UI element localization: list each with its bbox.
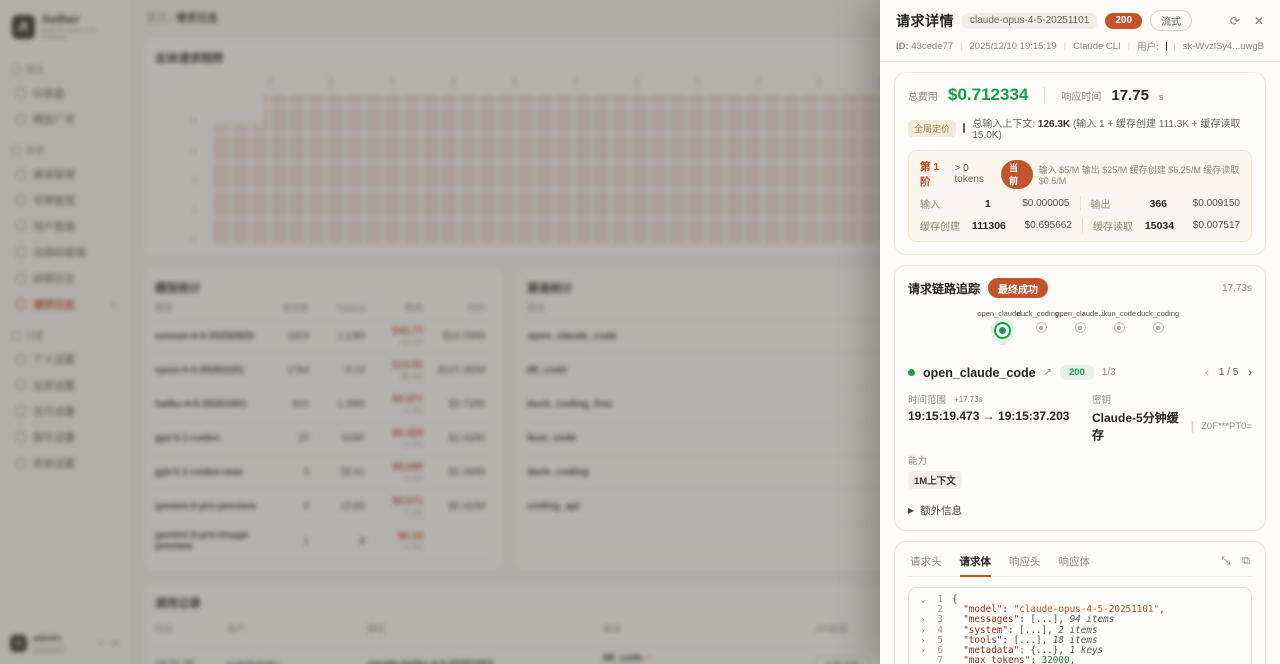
prev-page-icon[interactable]: ‹	[1205, 367, 1209, 379]
tier-cost: $0.007517	[1174, 220, 1240, 231]
copy-icon[interactable]: ⧉	[1242, 555, 1250, 568]
cost-card: 总费用 $0.712334 响应时间 17.75 s 全局定价 总输入上下文: …	[894, 72, 1266, 255]
tier-usage-row: 输入1$0.000005 输出366$0.009150	[920, 196, 1240, 211]
expand-caret-icon[interactable]: ›	[917, 626, 929, 636]
trace-stepper: open_claude...duck_coding...open_claude.…	[908, 322, 1252, 349]
tier-token-count: 15034	[1145, 220, 1174, 232]
payload-card: 请求头 请求体 响应头 响应体 ⤡ ⧉ ⌄1{2 "model": "claude-o…	[894, 541, 1266, 664]
pricing-scope-badge: 全局定价	[908, 120, 956, 137]
pricing-tier-box: 第 1 阶 > 0 tokens 当前 输入 $5/M 输出 $25/M 缓存创…	[908, 150, 1252, 242]
trace-node-label: open_claude...	[1055, 309, 1104, 318]
trace-card: 请求链路追踪 最终成功 17.73s open_claude...duck_co…	[894, 265, 1266, 531]
time-delta: +17.73s	[954, 395, 983, 404]
selected-channel-name: open_claude_code	[923, 366, 1036, 380]
trace-node-icon	[1075, 322, 1086, 333]
trace-node-active-icon	[994, 322, 1011, 339]
tier-token-count: 366	[1143, 198, 1175, 210]
trace-node-icon	[1114, 322, 1125, 333]
json-body-viewer: ⌄1{2 "model": "claude-opus-4-5-20251101"…	[908, 587, 1252, 664]
model-name-pill: claude-opus-4-5-20251101	[962, 13, 1097, 29]
time-range-label: 时间范围	[908, 392, 946, 406]
tab-请求头[interactable]: 请求头	[910, 554, 942, 569]
collapse-all-icon[interactable]: ⤡	[1221, 555, 1230, 568]
response-time-value: 17.75	[1111, 87, 1149, 104]
request-detail-panel: 请求详情 claude-opus-4-5-20251101 200 流式 ⟳ ✕…	[880, 0, 1280, 664]
external-link-icon[interactable]: ↗	[1044, 367, 1052, 378]
current-tier-badge: 当前	[1001, 160, 1033, 189]
trace-status-badge: 最终成功	[988, 278, 1048, 298]
trace-node[interactable]: open_claude...	[1061, 322, 1100, 339]
expand-caret-icon[interactable]: ›	[917, 615, 929, 625]
tier-name: 第 1 阶	[920, 159, 949, 189]
key-masked-value: Z0F***PT0=	[1201, 421, 1252, 432]
tier-token-count: 1	[972, 198, 1004, 210]
capability-label: 能力	[908, 453, 1252, 467]
success-dot-icon	[908, 369, 915, 376]
key-name: Claude-5分钟缓存	[1092, 409, 1184, 443]
api-key-masked: sk-WvzlSy4...uwgB	[1183, 41, 1264, 52]
tier-metric-label: 输出	[1091, 196, 1143, 211]
refresh-icon[interactable]: ⟳	[1230, 14, 1240, 28]
tier-token-count: 111306	[972, 220, 1006, 232]
expand-caret-icon[interactable]: ›	[917, 646, 929, 656]
panel-title: 请求详情	[896, 11, 954, 31]
total-fee-value: $0.712334	[948, 85, 1028, 105]
status-code-badge: 200	[1105, 13, 1142, 29]
trace-node-label: ikun_code	[1102, 309, 1136, 318]
request-id: 43cede77	[911, 41, 953, 52]
capability-tag: 1M上下文	[908, 471, 962, 489]
trace-node[interactable]: open_claude...	[983, 322, 1022, 339]
tab-请求体[interactable]: 请求体	[960, 554, 992, 569]
attempt-status-badge: 200	[1060, 365, 1094, 380]
page-indicator: 1 / 5	[1219, 367, 1238, 378]
request-time: 2025/12/10 19:15:19	[970, 41, 1057, 52]
total-fee-label: 总费用	[908, 88, 938, 103]
tier-rates: 输入 $5/M 输出 $25/M 缓存创建 $6.25/M 缓存读取 $0.5/…	[1039, 163, 1240, 186]
response-time-label: 响应时间	[1061, 88, 1101, 103]
user-label: 用户:	[1137, 39, 1159, 53]
trace-node[interactable]: duck_coding	[1139, 322, 1178, 339]
tab-响应体[interactable]: 响应体	[1059, 554, 1091, 569]
context-total: 126.3K	[1038, 119, 1070, 130]
tier-cost: $0.000005	[1004, 198, 1070, 209]
key-label: 密钥	[1092, 392, 1111, 406]
tier-metric-label: 缓存创建	[920, 218, 972, 233]
trace-node[interactable]: ikun_code	[1100, 322, 1139, 339]
tier-cost: $0.695662	[1006, 220, 1072, 231]
trace-node-icon	[1153, 322, 1164, 333]
tab-响应头[interactable]: 响应头	[1009, 554, 1041, 569]
trace-title: 请求链路追踪	[908, 280, 980, 297]
extra-info-toggle[interactable]: ▶ 额外信息	[908, 503, 1252, 518]
tier-cost: $0.009150	[1174, 198, 1240, 209]
code-line: 7 "max_tokens": 32000,	[917, 656, 1243, 664]
tier-metric-label: 缓存读取	[1093, 218, 1145, 233]
collapse-caret-icon[interactable]: ⌄	[917, 595, 929, 605]
trace-duration: 17.73s	[1222, 283, 1252, 294]
close-icon[interactable]: ✕	[1254, 14, 1264, 28]
tier-range: > 0 tokens	[955, 163, 996, 185]
attempt-count: 1/3	[1102, 367, 1116, 378]
time-range-value: 19:15:19.473 → 19:15:37.203	[908, 409, 1092, 423]
trace-node[interactable]: duck_coding...	[1022, 322, 1061, 339]
trace-node-icon	[1036, 322, 1047, 333]
request-meta: ID: 43cede77 | 2025/12/10 19:15:19 | Cla…	[896, 39, 1264, 53]
next-page-icon[interactable]: ›	[1248, 367, 1252, 379]
tier-metric-label: 输入	[920, 196, 972, 211]
line-number: 7	[929, 656, 943, 664]
tier-usage-row: 缓存创建111306$0.695662 缓存读取15034$0.007517	[920, 218, 1240, 233]
stream-mode-pill: 流式	[1150, 10, 1192, 31]
context-summary: 总输入上下文: 126.3K (输入 1 + 缓存创建 111.3K + 缓存读…	[972, 115, 1252, 141]
expand-triangle-icon: ▶	[908, 506, 914, 515]
client-name: Claude CLI	[1073, 41, 1121, 52]
trace-node-label: duck_coding	[1137, 309, 1179, 318]
expand-caret-icon[interactable]: ›	[917, 636, 929, 646]
